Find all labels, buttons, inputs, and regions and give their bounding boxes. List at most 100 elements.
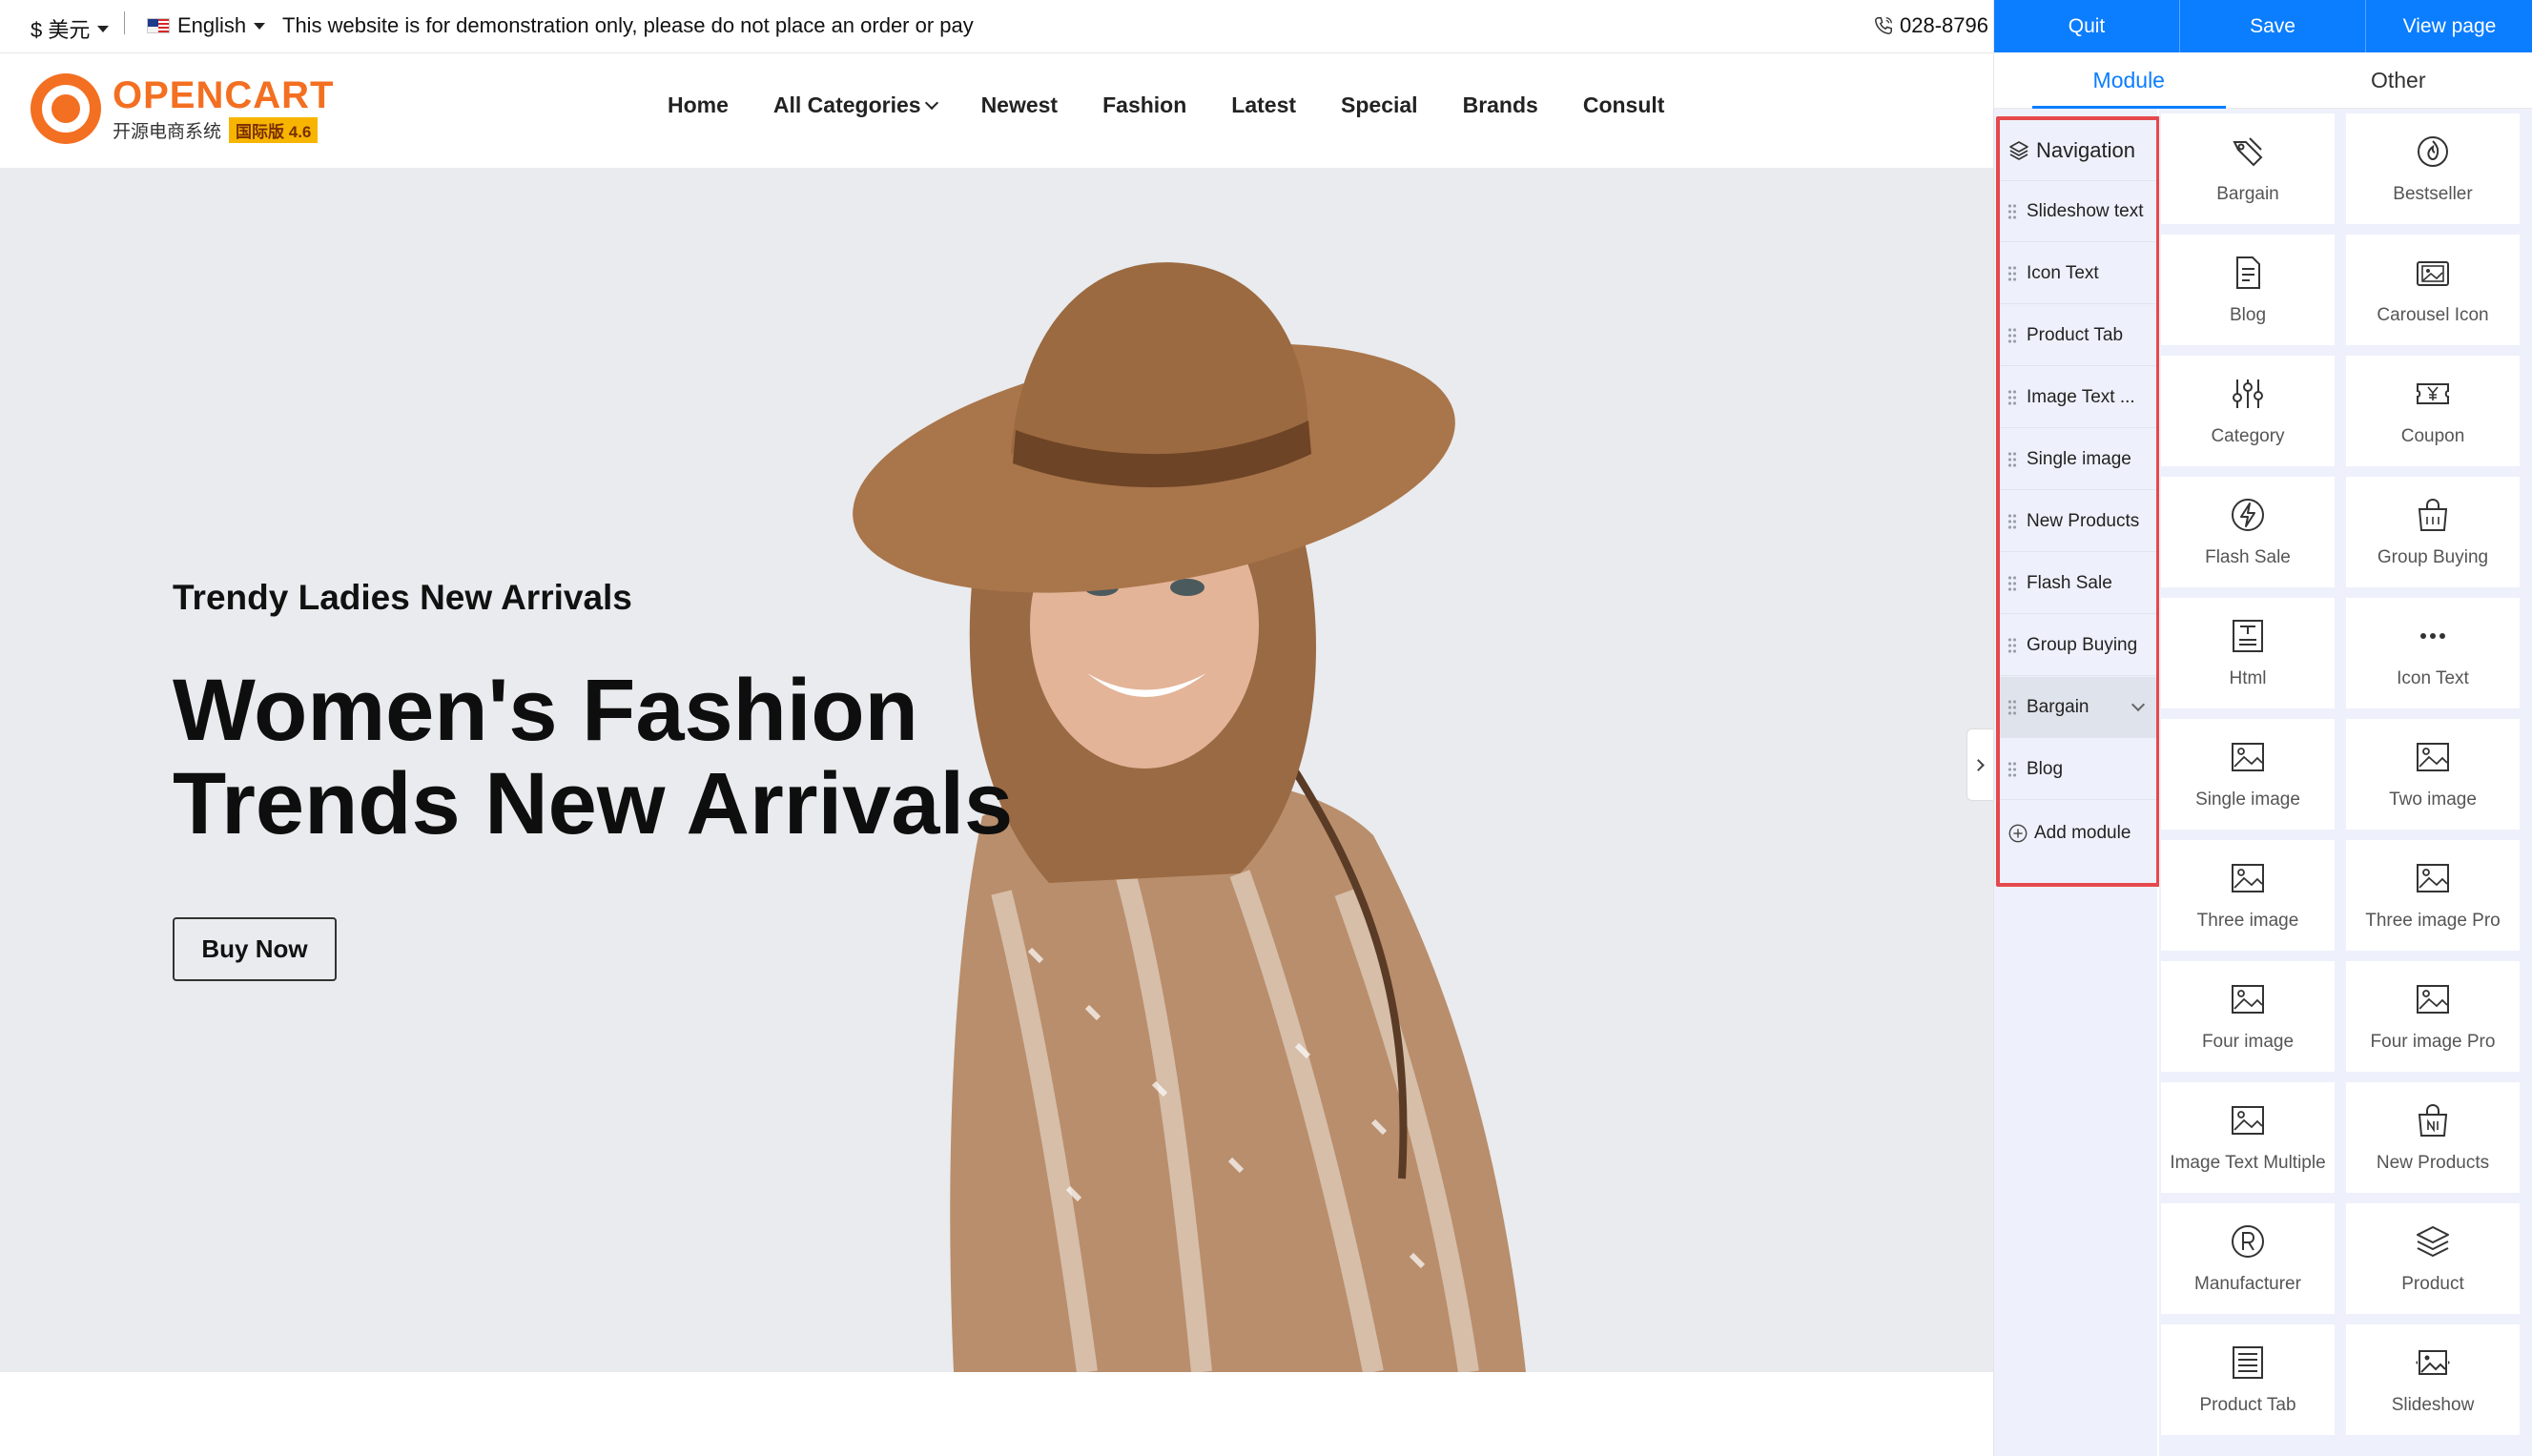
library-item-html[interactable]: Html — [2161, 598, 2335, 708]
drag-handle-icon[interactable] — [2007, 202, 2017, 220]
library-item-product-tab[interactable]: Product Tab — [2161, 1324, 2335, 1435]
module-item-single-image[interactable]: Single image — [2000, 429, 2156, 490]
library-label: Product — [2401, 1274, 2464, 1294]
drag-handle-icon[interactable] — [2007, 388, 2017, 406]
tab-module[interactable]: Module — [1994, 52, 2264, 109]
version-badge: 国际版 4.6 — [229, 116, 319, 143]
library-label: Bestseller — [2393, 184, 2473, 204]
library-item-group-buying[interactable]: Group Buying — [2346, 477, 2520, 587]
phone-number: 028-8796 — [1900, 13, 1988, 37]
top-bar: $ 美元 English This website is for demonst… — [0, 0, 1993, 53]
drag-handle-icon[interactable] — [2007, 574, 2017, 592]
page-module-column: Navigation Slideshow text Icon Text Prod… — [1994, 109, 2160, 1456]
image-icon — [2414, 980, 2452, 1018]
site-header: OPENCART 开源电商系统 国际版 4.6 Home All Categor… — [0, 54, 1993, 167]
drag-handle-icon[interactable] — [2007, 636, 2017, 654]
save-button[interactable]: Save — [2180, 0, 2366, 52]
library-item-product[interactable]: Product — [2346, 1203, 2520, 1314]
library-item-new-products[interactable]: New Products — [2346, 1082, 2520, 1193]
nav-item-consult[interactable]: Consult — [1583, 92, 1665, 118]
library-label: Three image — [2196, 911, 2299, 931]
library-item-four-image-pro[interactable]: Four image Pro — [2346, 961, 2520, 1072]
module-label: Single image — [2027, 448, 2131, 469]
module-item-slideshow-text[interactable]: Slideshow text — [2000, 181, 2156, 242]
view-page-button[interactable]: View page — [2366, 0, 2532, 52]
library-label: Flash Sale — [2205, 547, 2291, 567]
language-selector[interactable]: English — [147, 13, 266, 38]
collapse-panel-toggle[interactable] — [1966, 728, 1993, 801]
image-icon — [2229, 738, 2267, 776]
drag-handle-icon[interactable] — [2007, 698, 2017, 716]
module-label: Navigation — [2036, 137, 2135, 162]
module-item-group-buying[interactable]: Group Buying — [2000, 615, 2156, 676]
module-item-blog[interactable]: Blog — [2000, 739, 2156, 800]
library-item-single-image[interactable]: Single image — [2161, 719, 2335, 830]
nav-item-newest[interactable]: Newest — [981, 92, 1059, 118]
chevron-right-icon — [1972, 758, 1985, 771]
module-item-flash-sale[interactable]: Flash Sale — [2000, 553, 2156, 614]
currency-selector[interactable]: $ 美元 — [31, 13, 110, 44]
library-label: Manufacturer — [2194, 1274, 2301, 1294]
module-label: Blog — [2027, 758, 2064, 779]
library-item-icon-text[interactable]: Icon Text — [2346, 598, 2520, 708]
drag-handle-icon[interactable] — [2007, 326, 2017, 344]
drag-handle-icon[interactable] — [2007, 512, 2017, 530]
flame-icon — [2414, 133, 2452, 171]
buy-now-button[interactable]: Buy Now — [173, 917, 337, 981]
quit-button[interactable]: Quit — [1994, 0, 2180, 52]
tab-other[interactable]: Other — [2264, 52, 2532, 108]
library-item-coupon[interactable]: Coupon — [2346, 356, 2520, 466]
library-item-flash-sale[interactable]: Flash Sale — [2161, 477, 2335, 587]
drag-handle-icon[interactable] — [2007, 760, 2017, 778]
nav-item-home[interactable]: Home — [668, 92, 729, 118]
library-item-blog[interactable]: Blog — [2161, 235, 2335, 345]
chevron-down-icon[interactable] — [2131, 697, 2146, 712]
module-label: Product Tab — [2027, 324, 2124, 345]
module-item-bargain[interactable]: Bargain — [2000, 677, 2156, 738]
image-icon — [2414, 738, 2452, 776]
module-item-new-products[interactable]: New Products — [2000, 491, 2156, 552]
nav-item-latest[interactable]: Latest — [1231, 92, 1296, 118]
new-bag-icon — [2414, 1101, 2452, 1139]
page-root: $ 美元 English This website is for demonst… — [0, 0, 2532, 1456]
library-label: Four image Pro — [2370, 1032, 2496, 1052]
module-label: New Products — [2027, 510, 2140, 531]
library-item-bestseller[interactable]: Bestseller — [2346, 113, 2520, 224]
add-module-button[interactable]: Add module — [2000, 803, 2156, 864]
library-label: Three image Pro — [2365, 911, 2501, 931]
divider — [124, 11, 125, 34]
library-item-slideshow[interactable]: Slideshow — [2346, 1324, 2520, 1435]
shopping-bag-icon — [2414, 496, 2452, 534]
library-item-manufacturer[interactable]: Manufacturer — [2161, 1203, 2335, 1314]
library-item-category[interactable]: Category — [2161, 356, 2335, 466]
library-item-three-image[interactable]: Three image — [2161, 840, 2335, 951]
module-item-product-tab[interactable]: Product Tab — [2000, 305, 2156, 366]
content-below-hero — [0, 1372, 1993, 1456]
plus-circle-icon — [2008, 824, 2028, 843]
nav-label: All Categories — [772, 92, 921, 117]
library-item-carousel-icon[interactable]: Carousel Icon — [2346, 235, 2520, 345]
library-item-four-image[interactable]: Four image — [2161, 961, 2335, 1072]
phone-contact[interactable]: 028-8796 — [1873, 13, 1988, 38]
nav-item-all-categories[interactable]: All Categories — [772, 92, 938, 118]
editor-tabs: Module Other — [1994, 52, 2532, 109]
caret-down-icon — [97, 25, 110, 32]
module-item-image-text[interactable]: Image Text ... — [2000, 367, 2156, 428]
module-item-icon-text[interactable]: Icon Text — [2000, 243, 2156, 304]
hero-headline-line1: Women's Fashion — [173, 662, 918, 759]
page-module-list: Navigation Slideshow text Icon Text Prod… — [1996, 116, 2160, 887]
library-item-two-image[interactable]: Two image — [2346, 719, 2520, 830]
drag-handle-icon[interactable] — [2007, 264, 2017, 282]
site-logo[interactable]: OPENCART 开源电商系统 国际版 4.6 — [31, 73, 334, 144]
nav-item-fashion[interactable]: Fashion — [1102, 92, 1186, 118]
html-icon — [2229, 617, 2267, 655]
module-library-grid: Bargain Bestseller Blog Carousel Icon Ca… — [2159, 109, 2532, 1456]
registered-icon — [2229, 1222, 2267, 1261]
library-item-three-image-pro[interactable]: Three image Pro — [2346, 840, 2520, 951]
drag-handle-icon[interactable] — [2007, 450, 2017, 468]
module-item-navigation[interactable]: Navigation — [2000, 120, 2156, 181]
library-item-image-text-multiple[interactable]: Image Text Multiple — [2161, 1082, 2335, 1193]
nav-item-brands[interactable]: Brands — [1463, 92, 1538, 118]
library-item-bargain[interactable]: Bargain — [2161, 113, 2335, 224]
nav-item-special[interactable]: Special — [1341, 92, 1418, 118]
